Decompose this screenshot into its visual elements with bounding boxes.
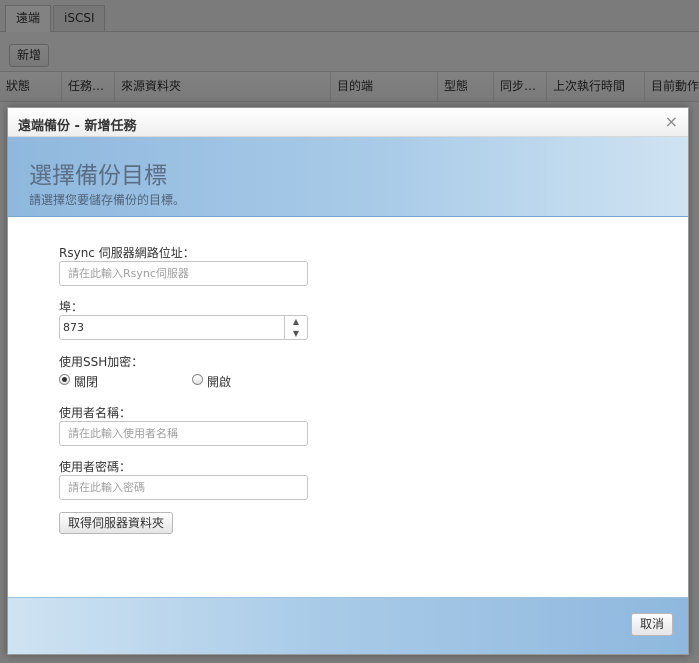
wizard-banner: 選擇備份目標 請選擇您要儲存備份的目標。 bbox=[8, 137, 688, 217]
server-address-label: Rsync 伺服器網路位址： bbox=[59, 246, 195, 260]
password-input[interactable] bbox=[59, 475, 308, 500]
decrement-icon[interactable]: ▼ bbox=[285, 328, 307, 339]
dialog-titlebar: 遠端備份 - 新增任務 × bbox=[8, 108, 688, 137]
username-label: 使用者名稱： bbox=[59, 406, 132, 420]
dialog-footer: 取消 bbox=[8, 597, 688, 654]
password-label: 使用者密碼： bbox=[59, 460, 132, 474]
ssh-option-on[interactable]: 開啟 bbox=[192, 373, 312, 389]
fetch-server-folders-button[interactable]: 取得伺服器資料夾 bbox=[59, 512, 174, 534]
cancel-button[interactable]: 取消 bbox=[631, 613, 674, 636]
port-stepper[interactable]: 873 ▲ ▼ bbox=[59, 315, 308, 340]
ssh-encryption-label: 使用SSH加密： bbox=[59, 355, 144, 369]
username-input[interactable] bbox=[59, 421, 308, 446]
radio-off-label[interactable]: 關閉 bbox=[74, 373, 98, 390]
increment-icon[interactable]: ▲ bbox=[285, 316, 307, 327]
radio-on[interactable] bbox=[192, 374, 203, 385]
radio-off[interactable] bbox=[59, 374, 70, 385]
radio-on-label[interactable]: 開啟 bbox=[207, 373, 231, 390]
banner-subtitle: 請選擇您要儲存備份的目標。 bbox=[29, 193, 186, 207]
new-task-dialog: 遠端備份 - 新增任務 × 選擇備份目標 請選擇您要儲存備份的目標。 Rsync… bbox=[7, 107, 689, 655]
banner-title: 選擇備份目標 bbox=[29, 163, 167, 189]
ssh-option-off[interactable]: 關閉 bbox=[59, 373, 179, 389]
dialog-title: 遠端備份 - 新增任務 bbox=[18, 119, 137, 134]
server-address-input[interactable] bbox=[59, 261, 308, 286]
port-label: 埠： bbox=[59, 300, 84, 314]
port-stepper-buttons: ▲ ▼ bbox=[284, 316, 307, 339]
close-icon[interactable]: × bbox=[665, 113, 678, 131]
port-value[interactable]: 873 bbox=[63, 321, 84, 334]
